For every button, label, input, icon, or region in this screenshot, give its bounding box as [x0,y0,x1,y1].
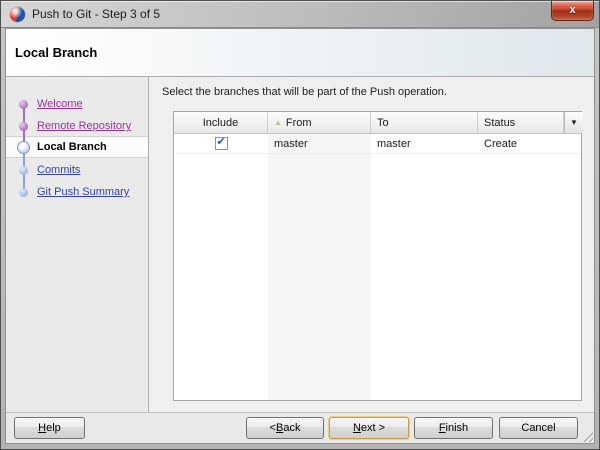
button-label: elp [46,422,61,434]
dialog-body: Local Branch Welcome Remote Repository L… [5,28,595,444]
column-label: From [286,117,312,129]
button-bar: Help < Back Next > Finish Cancel [6,412,594,443]
button-label: ack [283,422,300,434]
step-label[interactable]: Remote Repository [37,120,131,132]
to-cell: master [371,138,478,150]
column-header-to[interactable]: To [371,112,478,133]
status-cell: Create [478,138,564,150]
app-icon [10,7,25,22]
finish-button[interactable]: Finish [414,417,493,439]
cancel-button[interactable]: Cancel [499,417,578,439]
table-row[interactable]: ✔ master master Create [174,134,581,154]
step-label[interactable]: Git Push Summary [37,186,129,198]
button-label: inish [446,422,469,434]
next-button[interactable]: Next > [329,417,409,439]
step-local-branch[interactable]: Local Branch [6,137,148,157]
column-chooser-button[interactable]: ▼ [564,112,583,133]
button-label: ext > [361,422,385,434]
button-mnemonic: N [353,422,361,434]
close-button[interactable]: x [551,1,594,21]
column-label: Include [203,117,238,129]
step-dot-icon [19,166,28,175]
wizard-page-header: Local Branch [6,29,594,77]
step-remote-repository[interactable]: Remote Repository [6,116,148,136]
main-panel: Select the branches that will be part of… [149,77,594,412]
step-git-push-summary[interactable]: Git Push Summary [6,182,148,202]
step-dot-icon [19,100,28,109]
column-header-include[interactable]: Include [174,112,268,133]
step-commits[interactable]: Commits [6,160,148,180]
wizard-steps-sidebar: Welcome Remote Repository Local Branch C… [6,77,149,412]
step-dot-icon [19,188,28,197]
from-cell: master [268,138,371,150]
button-mnemonic: B [276,422,283,434]
step-label[interactable]: Commits [37,164,80,176]
button-mnemonic: H [38,422,46,434]
sort-ascending-icon: ▲ [274,119,282,127]
step-label: Local Branch [37,141,107,153]
back-button[interactable]: < Back [246,417,324,439]
column-header-status[interactable]: Status [478,112,564,133]
table-body: ✔ master master Create [174,134,581,400]
step-dot-current-icon [17,141,30,154]
check-icon: ✔ [216,137,225,148]
chevron-down-icon: ▼ [570,119,578,127]
branches-table: Include ▲ From To Status ▼ [173,111,582,401]
dialog-window: Push to Git - Step 3 of 5 x Local Branch… [0,0,600,450]
column-label: Status [484,117,515,129]
column-header-from[interactable]: ▲ From [268,112,371,133]
step-dot-icon [19,122,28,131]
table-header-row: Include ▲ From To Status ▼ [174,112,581,134]
button-label: Cancel [521,422,555,434]
button-mnemonic: F [439,422,446,434]
window-title: Push to Git - Step 3 of 5 [32,7,160,21]
help-button[interactable]: Help [14,417,85,439]
step-label[interactable]: Welcome [37,98,83,110]
include-checkbox[interactable]: ✔ [215,137,228,150]
column-label: To [377,117,389,129]
instruction-text: Select the branches that will be part of… [162,86,447,98]
resize-grip[interactable] [581,430,593,442]
title-bar[interactable]: Push to Git - Step 3 of 5 x [1,1,599,28]
sorted-column-shade [268,134,371,400]
include-cell: ✔ [174,137,268,150]
step-welcome[interactable]: Welcome [6,94,148,114]
page-title: Local Branch [15,45,97,60]
